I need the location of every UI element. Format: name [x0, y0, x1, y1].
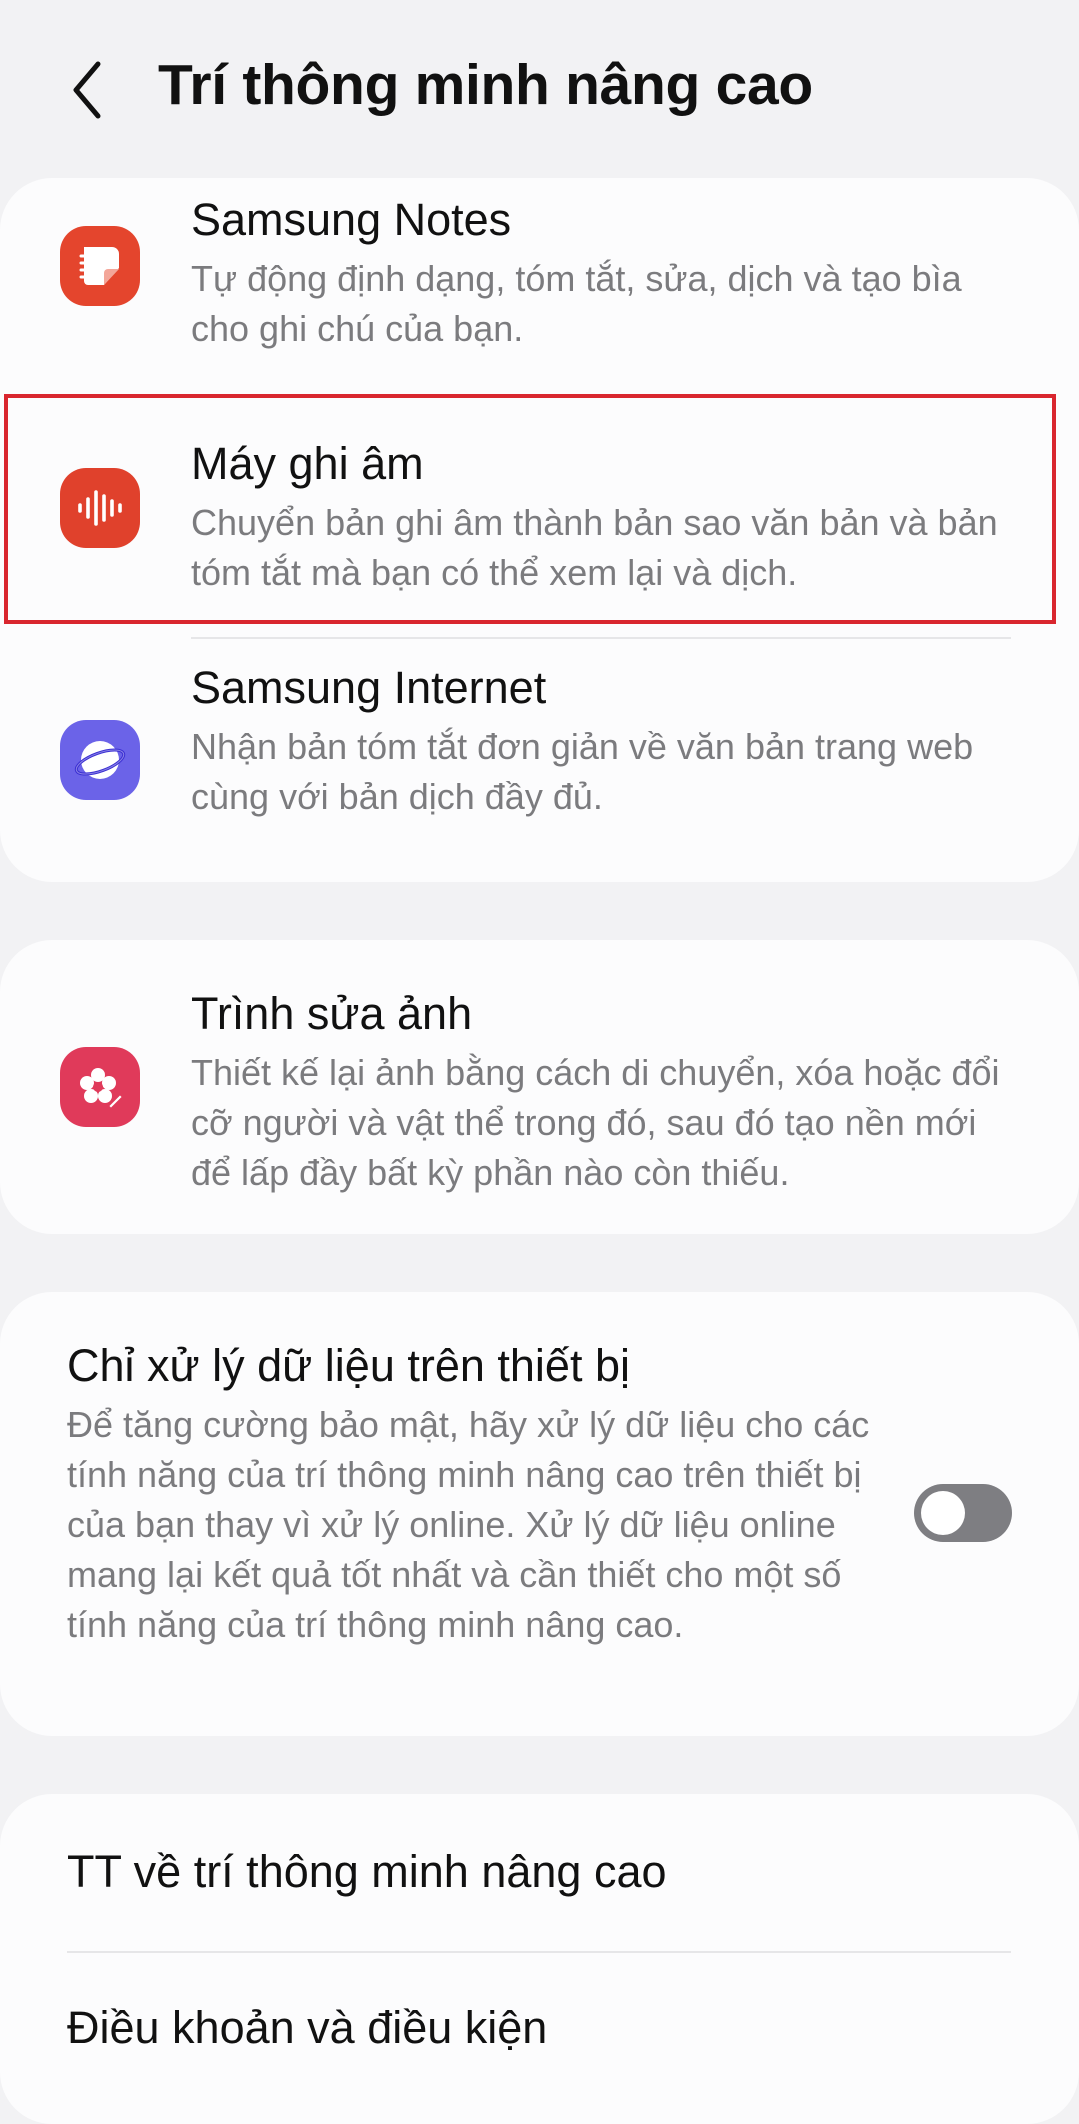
voice-recorder-title: Máy ghi âm	[191, 438, 424, 489]
list-item-photo-editor[interactable]: Trình sửa ảnh Thiết kế lại ảnh bằng cách…	[0, 940, 1079, 1234]
on-device-description: Để tăng cường bảo mật, hãy xử lý dữ liệu…	[67, 1404, 870, 1645]
header: Trí thông minh nâng cao	[0, 0, 1079, 180]
back-button[interactable]	[58, 50, 118, 130]
divider	[191, 637, 1011, 639]
photo-editor-title: Trình sửa ảnh	[191, 988, 473, 1039]
toggle-knob	[921, 1491, 965, 1535]
gallery-icon	[60, 1047, 140, 1127]
on-device-title: Chỉ xử lý dữ liệu trên thiết bị	[67, 1340, 630, 1391]
photo-editor-card: Trình sửa ảnh Thiết kế lại ảnh bằng cách…	[0, 940, 1079, 1234]
voice-recorder-icon	[60, 468, 140, 548]
links-card: TT về trí thông minh nâng cao Điều khoản…	[0, 1794, 1079, 2124]
list-item-samsung-notes[interactable]: Samsung Notes Tự động định dạng, tóm tắt…	[0, 178, 1079, 378]
voice-recorder-description: Chuyển bản ghi âm thành bản sao văn bản …	[191, 502, 998, 593]
on-device-toggle[interactable]	[914, 1484, 1012, 1542]
page-title: Trí thông minh nâng cao	[158, 53, 813, 117]
about-link-label: TT về trí thông minh nâng cao	[67, 1846, 667, 1897]
about-link[interactable]: TT về trí thông minh nâng cao	[0, 1794, 1079, 1952]
notes-icon	[60, 226, 140, 306]
terms-link[interactable]: Điều khoản và điều kiện	[0, 1954, 1079, 2112]
samsung-internet-description: Nhận bản tóm tắt đơn giản về văn bản tra…	[191, 726, 974, 817]
samsung-notes-title: Samsung Notes	[191, 194, 512, 245]
terms-link-label: Điều khoản và điều kiện	[67, 2002, 548, 2053]
samsung-internet-title: Samsung Internet	[191, 662, 547, 713]
samsung-notes-description: Tự động định dạng, tóm tắt, sửa, dịch và…	[191, 258, 962, 349]
divider	[67, 1951, 1011, 1953]
list-item-voice-recorder[interactable]: Máy ghi âm Chuyển bản ghi âm thành bản s…	[0, 396, 1079, 622]
internet-icon	[60, 720, 140, 800]
chevron-left-icon	[73, 61, 101, 119]
photo-editor-description: Thiết kế lại ảnh bằng cách di chuyển, xó…	[191, 1052, 1000, 1193]
apps-card: Samsung Notes Tự động định dạng, tóm tắt…	[0, 178, 1079, 882]
list-item-samsung-internet[interactable]: Samsung Internet Nhận bản tóm tắt đơn gi…	[0, 640, 1079, 860]
